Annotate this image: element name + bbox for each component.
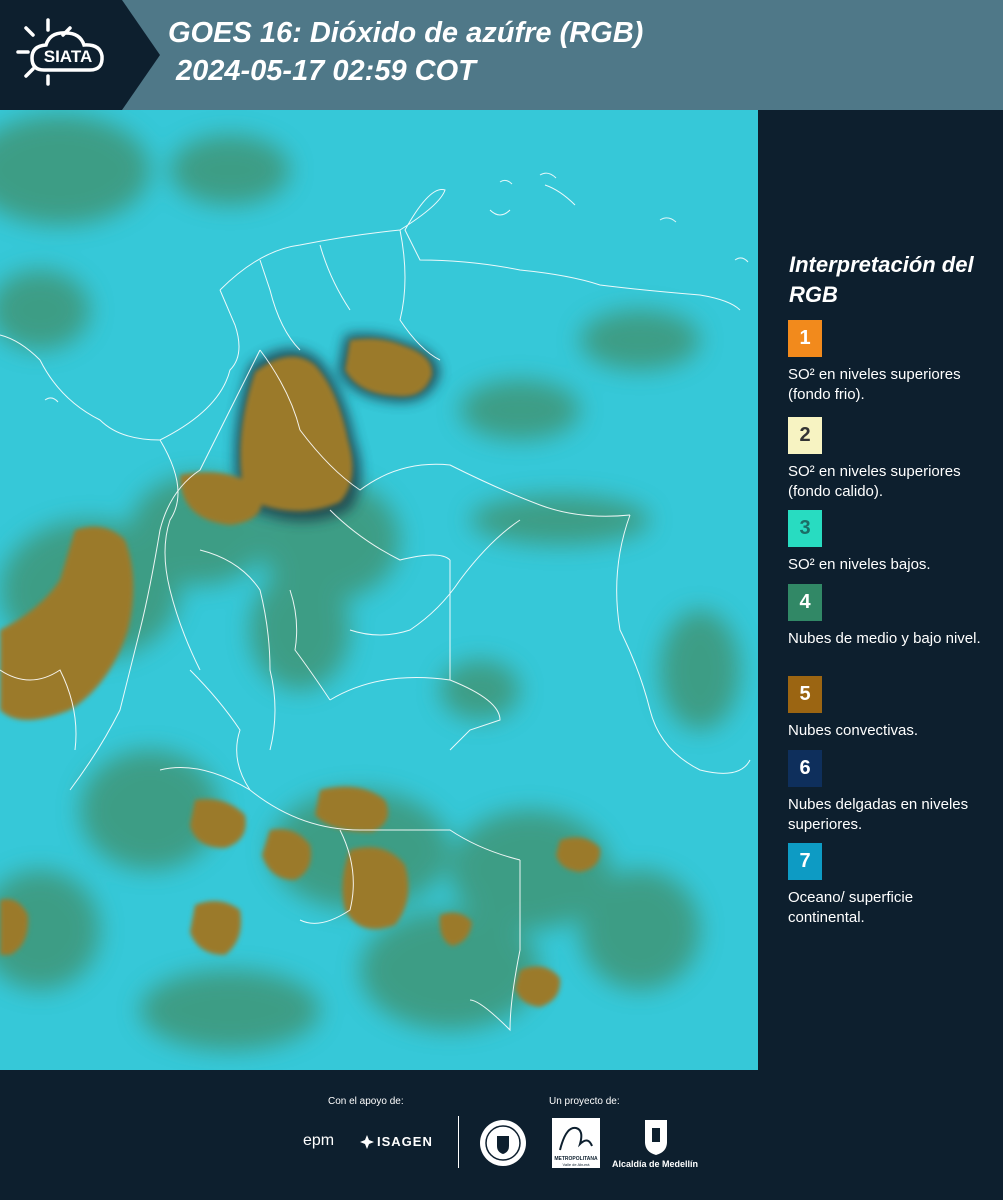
legend-item-7: 7 Oceano/ superficie continental. [788,843,993,928]
legend-panel: Interpretación del RGB 1 SO² en niveles … [760,110,1003,1070]
legend-swatch: 3 [788,510,822,547]
legend-item-6: 6 Nubes delgadas en niveles superiores. [788,750,993,835]
legend-label: SO² en niveles superiores (fondo calido)… [788,463,961,500]
legend-title: Interpretación del RGB [789,252,974,307]
satellite-map [0,110,758,1070]
title-box: GOES 16: Dióxido de azúfre (RGB) 2024-05… [168,14,643,90]
footer: Con el apoyo de: Un proyecto de: epm ISA… [0,1070,1003,1200]
area-metropolitana-logo: METROPOLITANA Valle de Aburrá [552,1118,600,1168]
legend-swatch: 5 [788,676,822,713]
legend-label: Oceano/ superficie continental. [788,889,914,926]
header-bar: SIATA GOES 16: Dióxido de azúfre (RGB) 2… [0,0,1003,110]
legend-label: Nubes de medio y bajo nivel. [788,630,981,647]
alcaldia-label: Alcaldía de Medellín [612,1159,699,1169]
legend-label: Nubes convectivas. [788,722,919,739]
logo-text: SIATA [44,47,92,66]
alcaldia-shield-icon [645,1120,667,1155]
legend-swatch: 7 [788,843,822,880]
medellin-seal-icon [480,1120,526,1166]
support-label: Con el apoyo de: [328,1096,404,1107]
legend-swatch: 1 [788,320,822,357]
project-label: Un proyecto de: [549,1096,620,1107]
footer-divider [458,1116,459,1168]
epm-logo: epm [303,1132,335,1149]
isagen-icon [360,1135,374,1149]
legend-label: SO² en niveles bajos. [788,556,931,573]
legend-item-5: 5 Nubes convectivas. [788,676,993,741]
metro-line2: Valle de Aburrá [562,1162,590,1167]
isagen-logo: ISAGEN [377,1134,433,1149]
legend-swatch: 4 [788,584,822,621]
legend-swatch: 2 [788,417,822,454]
legend-item-4: 4 Nubes de medio y bajo nivel. [788,584,993,649]
legend-item-3: 3 SO² en niveles bajos. [788,510,993,575]
legend-label: Nubes delgadas en niveles superiores. [788,796,969,833]
legend-item-2: 2 SO² en niveles superiores (fondo calid… [788,417,993,502]
logo-panel: SIATA [0,0,160,110]
legend-item-1: 1 SO² en niveles superiores (fondo frio)… [788,320,993,405]
legend-label: SO² en niveles superiores (fondo frio). [788,366,961,403]
page-title: GOES 16: Dióxido de azúfre (RGB) [168,17,644,49]
page-timestamp: 2024-05-17 02:59 COT [176,55,476,87]
legend-swatch: 6 [788,750,822,787]
